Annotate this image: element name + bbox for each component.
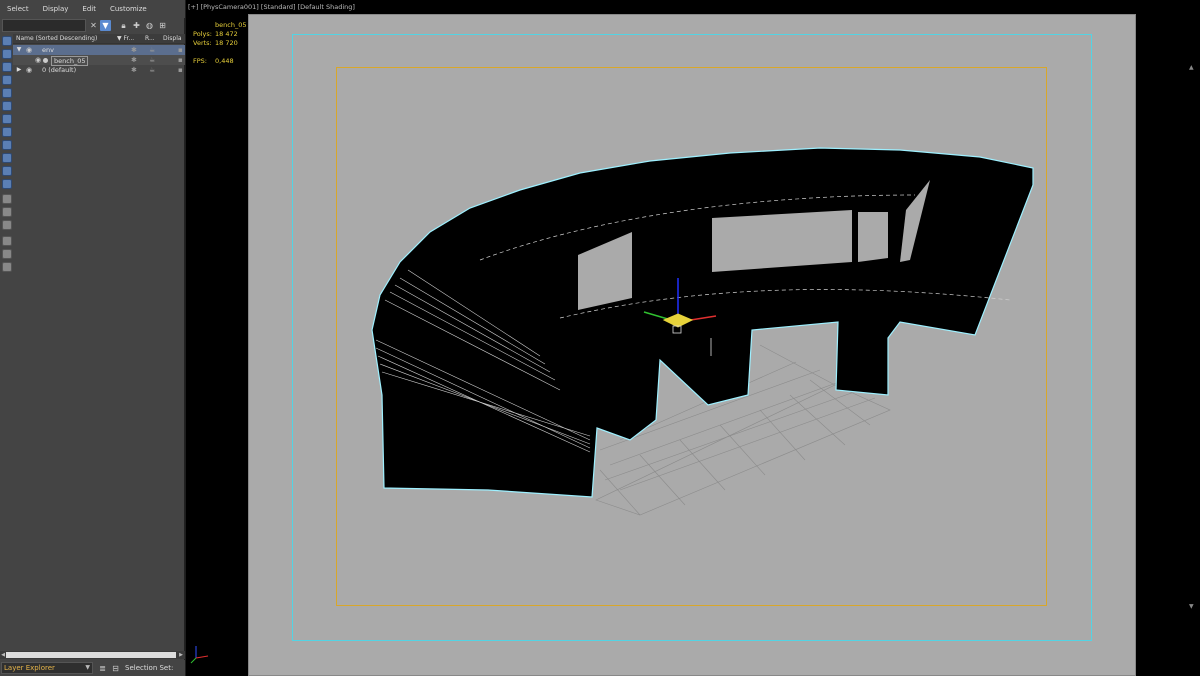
viewport-scroll-up-icon[interactable]: ▲ — [1189, 64, 1195, 71]
bench-silhouette — [371, 147, 1034, 498]
scene-geometry — [190, 147, 1034, 664]
bench-opening — [712, 210, 852, 272]
bench-object[interactable] — [371, 147, 1034, 498]
viewport-scroll-down-icon[interactable]: ▼ — [1189, 603, 1195, 610]
bench-opening — [858, 212, 888, 262]
axis-tripod-icon — [190, 646, 209, 664]
